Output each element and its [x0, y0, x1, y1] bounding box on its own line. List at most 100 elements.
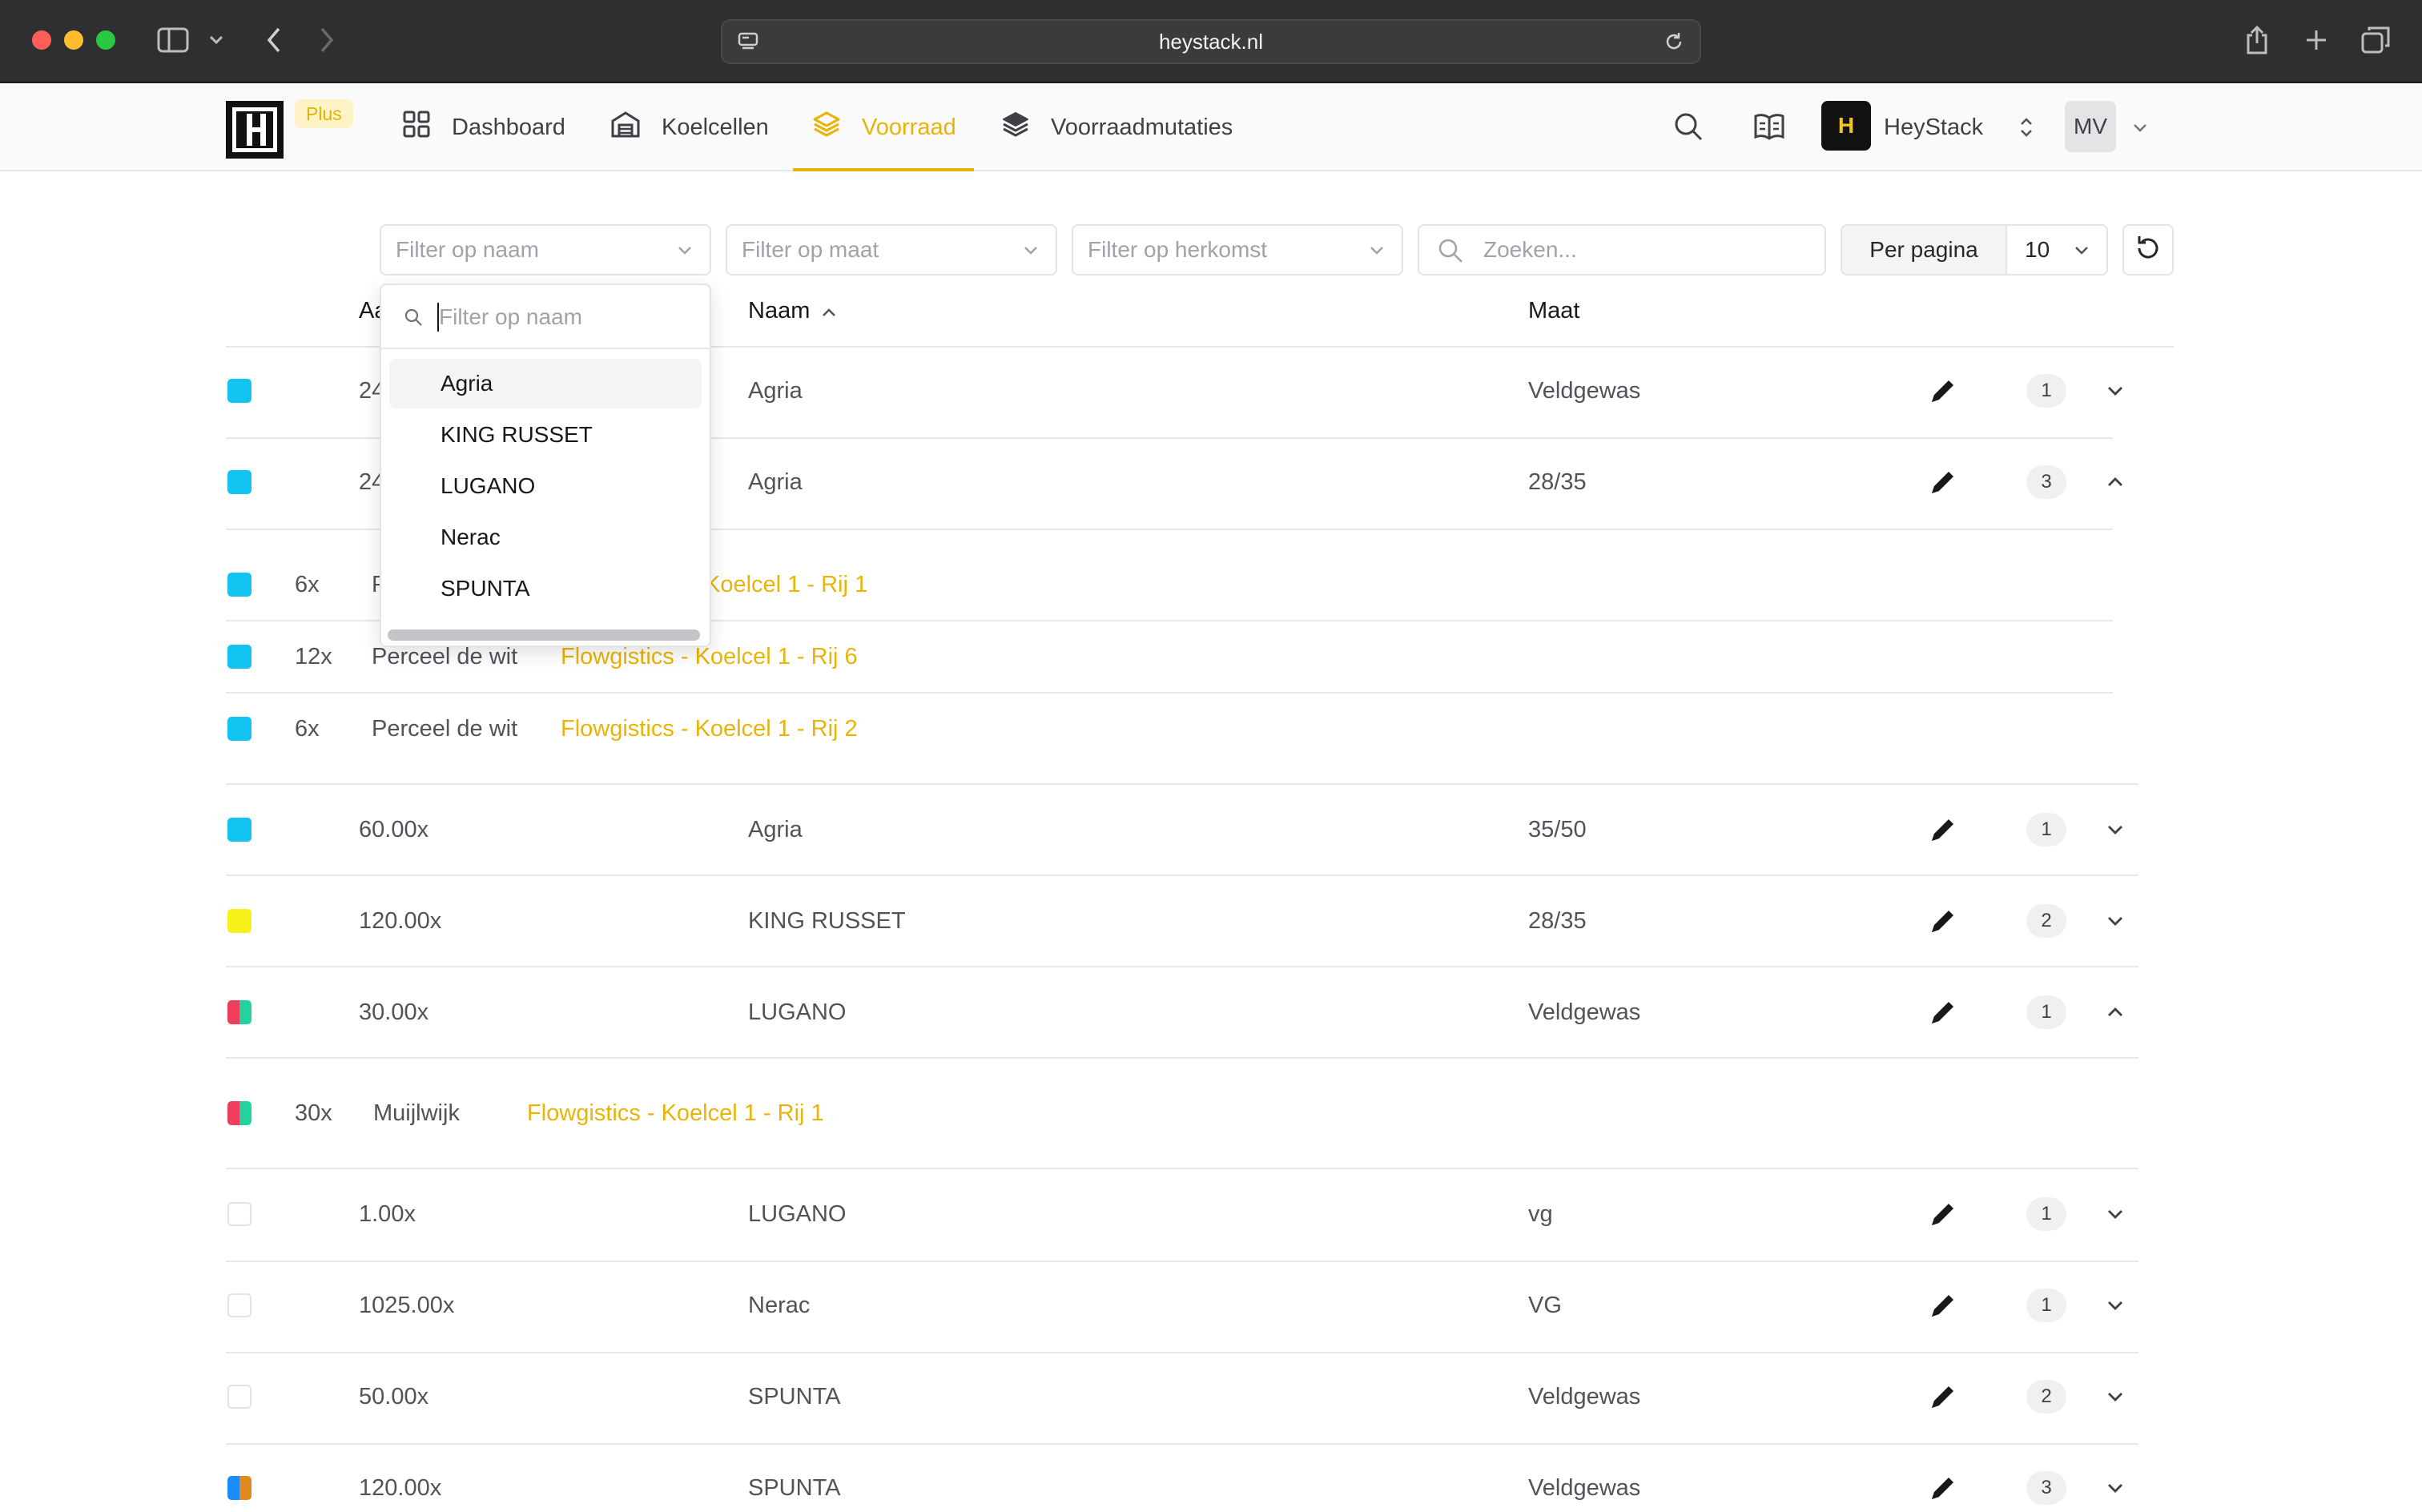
- edit-pencil-icon[interactable]: [1927, 466, 1959, 498]
- dropdown-option[interactable]: Nerac: [389, 513, 702, 562]
- sidebar-toggle-icon[interactable]: [154, 21, 192, 59]
- search-icon: [1437, 237, 1464, 264]
- subrow-location-link[interactable]: Flowgistics - Koelcel 1 - Rij 1: [527, 1097, 824, 1129]
- filter-origin-select[interactable]: Filter op herkomst: [1072, 224, 1403, 275]
- column-header-name-label: Naam: [748, 298, 811, 324]
- subrow-quantity: 6x: [295, 716, 320, 742]
- subrow-location-link[interactable]: Flowgistics - Koelcel 1 - Rij 2: [561, 713, 858, 745]
- org-name[interactable]: HeyStack: [1884, 85, 1983, 170]
- subrow-quantity: 6x: [295, 572, 320, 597]
- close-window-button[interactable]: [32, 30, 51, 50]
- back-icon[interactable]: [258, 21, 290, 59]
- color-swatch: [227, 818, 251, 842]
- row-size: Veldgewas: [1528, 378, 1641, 404]
- chevron-down-icon[interactable]: [2103, 1202, 2127, 1226]
- location-count-badge: 2: [2026, 1380, 2066, 1413]
- dropdown-option[interactable]: Agria: [389, 359, 702, 408]
- dropdown-option[interactable]: KING RUSSET: [389, 410, 702, 460]
- chevron-down-icon[interactable]: [2130, 119, 2150, 138]
- filter-size-select[interactable]: Filter op maat: [726, 224, 1057, 275]
- chevron-down-icon: [2071, 240, 2092, 265]
- nav-voorraadmutaties[interactable]: Voorraadmutaties: [1001, 85, 1233, 170]
- edit-pencil-icon[interactable]: [1927, 375, 1959, 407]
- zoom-window-button[interactable]: [96, 30, 115, 50]
- row-divider: [226, 783, 2138, 785]
- location-count-badge: 3: [2026, 1471, 2066, 1505]
- dropdown-option[interactable]: LUGANO: [389, 461, 702, 511]
- edit-pencil-icon[interactable]: [1927, 1381, 1959, 1413]
- new-tab-icon[interactable]: [2299, 21, 2334, 59]
- url-text: heystack.nl: [1158, 30, 1264, 54]
- edit-pencil-icon[interactable]: [1927, 814, 1959, 846]
- forward-icon[interactable]: [311, 21, 343, 59]
- chevron-down-icon[interactable]: [2103, 1385, 2127, 1409]
- reset-filters-button[interactable]: [2122, 224, 2174, 275]
- app-navbar: Plus Dashboard Koelcellen Voorraad Voorr…: [0, 85, 2422, 171]
- search-icon[interactable]: [1671, 109, 1706, 144]
- location-count-badge: 2: [2026, 904, 2066, 938]
- row-name: LUGANO: [748, 999, 847, 1025]
- location-count-badge: 1: [2026, 995, 2066, 1029]
- reload-icon[interactable]: [1663, 30, 1685, 53]
- chevron-down-icon[interactable]: [2103, 909, 2127, 933]
- warehouse-icon: [610, 110, 641, 145]
- color-swatch: [227, 645, 251, 669]
- heystack-logo[interactable]: [226, 101, 284, 159]
- subrow-location-link[interactable]: Koelcel 1 - Rij 1: [705, 569, 867, 601]
- nav-dashboard[interactable]: Dashboard: [402, 85, 565, 170]
- dropdown-search-input[interactable]: Filter op naam: [381, 285, 710, 349]
- nav-label: Voorraad: [862, 114, 956, 140]
- search-input[interactable]: Zoeken...: [1418, 224, 1826, 275]
- search-placeholder: Zoeken...: [1483, 237, 1577, 262]
- per-page-select[interactable]: Per pagina 10: [1841, 224, 2108, 275]
- chevron-up-icon[interactable]: [2103, 1000, 2127, 1024]
- minimize-window-button[interactable]: [64, 30, 83, 50]
- color-swatch: [227, 717, 251, 741]
- address-bar[interactable]: heystack.nl: [721, 19, 1701, 64]
- chevron-down-icon[interactable]: [205, 21, 227, 59]
- chevron-down-icon: [1020, 240, 1041, 265]
- dropdown-scrollbar[interactable]: [388, 629, 700, 641]
- nav-voorraad[interactable]: Voorraad: [793, 85, 974, 171]
- location-count-badge: 1: [2026, 813, 2066, 846]
- edit-pencil-icon[interactable]: [1927, 905, 1959, 937]
- chevron-up-icon[interactable]: [2103, 470, 2127, 494]
- column-header-size[interactable]: Maat: [1528, 292, 1579, 330]
- color-swatch: [227, 470, 251, 494]
- row-amount: 1025.00x: [359, 1293, 455, 1318]
- location-count-badge: 1: [2026, 1289, 2066, 1322]
- color-swatch: [227, 379, 251, 403]
- chevron-down-icon: [674, 240, 695, 265]
- user-avatar[interactable]: MV: [2065, 101, 2116, 152]
- org-avatar[interactable]: H: [1821, 101, 1871, 151]
- location-count-badge: 3: [2026, 465, 2066, 499]
- chevron-down-icon[interactable]: [2103, 818, 2127, 842]
- row-name: SPUNTA: [748, 1475, 841, 1501]
- row-divider: [226, 1057, 2138, 1059]
- nav-label: Dashboard: [452, 114, 565, 140]
- chevron-down-icon[interactable]: [2103, 1476, 2127, 1500]
- chevron-down-icon[interactable]: [2103, 1293, 2127, 1317]
- chevron-updown-icon[interactable]: [2017, 114, 2036, 141]
- subrow-quantity: 30x: [295, 1100, 332, 1126]
- share-icon[interactable]: [2239, 21, 2275, 59]
- row-size: Veldgewas: [1528, 1475, 1641, 1501]
- tab-overview-icon[interactable]: [2358, 21, 2393, 59]
- column-header-name[interactable]: Naam: [748, 292, 837, 330]
- edit-pencil-icon[interactable]: [1927, 1198, 1959, 1230]
- edit-pencil-icon[interactable]: [1927, 1289, 1959, 1321]
- edit-pencil-icon[interactable]: [1927, 1472, 1959, 1504]
- chevron-down-icon: [1366, 240, 1387, 265]
- book-icon[interactable]: [1751, 109, 1788, 144]
- row-size: 35/50: [1528, 817, 1587, 842]
- edit-pencil-icon[interactable]: [1927, 996, 1959, 1028]
- row-divider: [226, 966, 2138, 967]
- filter-name-select[interactable]: Filter op naam: [380, 224, 711, 275]
- dropdown-option[interactable]: SPUNTA: [389, 564, 702, 613]
- row-size: VG: [1528, 1293, 1562, 1318]
- chevron-down-icon[interactable]: [2103, 379, 2127, 403]
- browser-toolbar: heystack.nl: [0, 0, 2422, 83]
- row-name: Agria: [748, 817, 803, 842]
- nav-koelcellen[interactable]: Koelcellen: [610, 85, 769, 170]
- subrow-quantity: 12x: [295, 644, 332, 670]
